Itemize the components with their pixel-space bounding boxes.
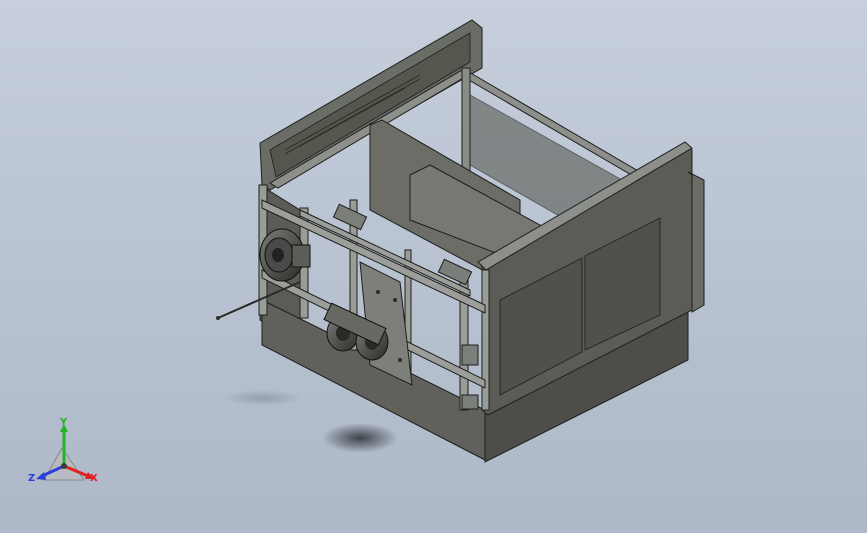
machine-assembly-model[interactable] xyxy=(0,0,867,533)
ground-shadow-faint xyxy=(222,390,302,406)
axis-triad[interactable]: Y X Z xyxy=(24,418,114,498)
ground-shadow xyxy=(322,423,398,453)
rod-tip xyxy=(216,316,220,320)
x-axis-label: X xyxy=(90,473,98,484)
graphics-viewport[interactable]: Y X Z xyxy=(0,0,867,533)
y-axis-label: Y xyxy=(60,417,68,428)
triad-graphic xyxy=(36,424,94,481)
z-arrow-icon xyxy=(36,472,46,480)
z-axis-label: Z xyxy=(28,473,36,484)
